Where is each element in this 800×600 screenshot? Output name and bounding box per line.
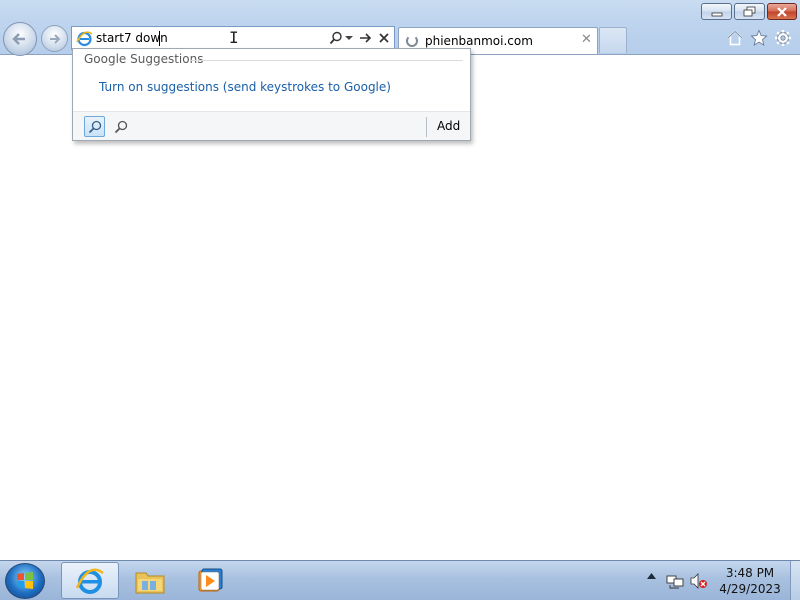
ibeam-cursor-icon: I [229, 28, 239, 47]
address-input[interactable] [96, 29, 326, 47]
turn-on-suggestions-link[interactable]: Turn on suggestions (send keystrokes to … [99, 80, 391, 94]
ie-page-icon [76, 31, 93, 47]
close-window-button[interactable] [767, 3, 797, 20]
network-icon [666, 575, 684, 589]
network-tray-button[interactable] [666, 573, 684, 589]
stop-x-icon [379, 33, 389, 43]
new-tab-button[interactable] [599, 27, 627, 53]
forward-button[interactable] [41, 25, 68, 52]
search-provider-bar: Add [73, 111, 470, 140]
address-suggestions-dropdown: Google Suggestions Turn on suggestions (… [72, 48, 471, 141]
taskbar-internet-explorer[interactable] [61, 562, 119, 599]
footer-divider [426, 117, 427, 137]
suggestions-section-header: Google Suggestions [84, 52, 204, 66]
clock-time: 3:48 PM [725, 566, 775, 580]
address-dropdown-button[interactable] [344, 29, 354, 47]
restore-icon [743, 6, 755, 16]
loading-spinner-icon [406, 35, 418, 47]
stop-button[interactable] [376, 29, 392, 47]
tab-close-icon[interactable]: ✕ [581, 33, 592, 47]
show-desktop-button[interactable] [790, 561, 800, 600]
close-icon [777, 6, 787, 17]
taskbar-windows-explorer[interactable] [121, 562, 179, 599]
address-search-button[interactable] [328, 29, 344, 47]
search-icon [114, 120, 127, 133]
restore-button[interactable] [734, 3, 765, 20]
search-provider-bing[interactable] [84, 116, 105, 137]
section-divider [191, 60, 463, 61]
show-hidden-icons-button[interactable] [645, 573, 657, 579]
volume-muted-icon [690, 573, 707, 589]
taskbar: 3:48 PM 4/29/2023 [0, 560, 800, 600]
home-icon [727, 30, 743, 46]
system-clock[interactable]: 3:48 PM 4/29/2023 [712, 565, 788, 597]
home-button[interactable] [725, 28, 745, 48]
minimize-icon [711, 12, 722, 16]
clock-date: 4/29/2023 [719, 582, 781, 596]
tools-button[interactable] [773, 28, 793, 48]
taskbar-media-player[interactable] [181, 562, 239, 599]
address-bar[interactable]: I [71, 26, 395, 50]
windows-logo-icon [17, 572, 33, 589]
search-icon [88, 120, 101, 133]
search-icon [329, 31, 342, 45]
back-arrow-icon [12, 33, 25, 45]
search-provider-google[interactable] [110, 116, 131, 137]
text-caret [159, 31, 160, 46]
add-provider-button[interactable]: Add [437, 119, 460, 133]
tools-gear-icon [775, 30, 791, 46]
media-player-icon [198, 568, 223, 591]
browser-toolbar: I phienbanmoi.com ✕ [0, 0, 800, 56]
favorites-button[interactable] [749, 28, 769, 48]
minimize-button[interactable] [701, 3, 732, 20]
chevron-down-icon [345, 36, 353, 40]
go-button[interactable] [358, 29, 374, 47]
tab-title: phienbanmoi.com [425, 34, 533, 48]
go-arrow-icon [360, 33, 372, 43]
forward-arrow-icon [49, 33, 60, 44]
internet-explorer-icon [75, 568, 104, 594]
volume-tray-button[interactable] [690, 573, 708, 589]
start-button[interactable] [5, 563, 45, 599]
folder-icon [135, 572, 165, 593]
back-button[interactable] [3, 22, 37, 56]
favorites-star-icon [750, 29, 768, 46]
chevron-up-icon [646, 573, 656, 579]
